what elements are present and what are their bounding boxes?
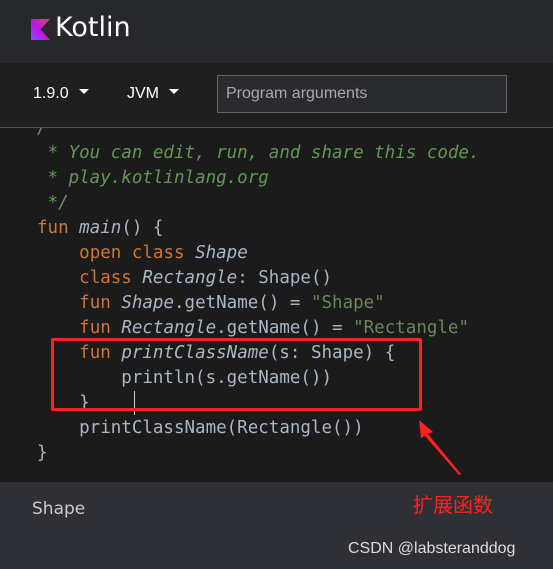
version-dropdown[interactable]: 1.9.0 [33,85,89,103]
code-token: * play.kotlinlang.org [37,168,269,188]
code-token: fun [79,293,122,313]
code-line[interactable]: printClassName(Rectangle()) [37,416,364,441]
target-dropdown[interactable]: JVM [127,85,179,103]
output-text: Shape [32,499,86,519]
kotlin-logo-icon [31,19,50,40]
target-value: JVM [127,85,159,102]
code-token: fun [37,218,80,238]
code-token: .getName() = [174,293,311,313]
code-line[interactable]: } [37,441,48,466]
code-line[interactable]: open class Shape [37,241,248,266]
code-token: .getName() = [216,318,354,338]
code-line[interactable]: * play.kotlinlang.org [37,166,269,191]
code-line[interactable]: fun Shape.getName() = "Shape" [37,291,385,316]
code-token: "Shape" [310,293,385,313]
code-token: */ [37,193,69,213]
code-token: main [79,218,122,238]
code-line[interactable]: fun main() { [37,216,163,241]
annotation-label: 扩展函数 [413,495,493,517]
code-token: Shape [121,293,174,313]
code-token: () { [121,218,164,238]
code-token: "Rectangle" [353,318,470,338]
header: Kotlin [0,0,553,63]
code-token: Rectangle [121,318,217,338]
caret-down-icon [169,89,179,95]
caret-down-icon [78,89,89,95]
annotation-arrow-icon [419,420,461,475]
code-token: * You can edit, run, and share this code… [37,143,480,163]
brand-name[interactable]: Kotlin [55,12,131,43]
code-token: /** [37,128,69,138]
code-token: printClassName(Rectangle()) [37,418,364,438]
code-editor[interactable]: /** * You can edit, run, and share this … [0,128,553,482]
code-line[interactable]: class Rectangle: Shape() [37,266,332,291]
toolbar: 1.9.0 JVM [0,63,553,128]
code-token: class [79,268,143,288]
watermark: CSDN @labsteranddog [348,540,516,557]
code-token: : Shape() [237,268,333,288]
program-arguments-input[interactable] [217,75,507,113]
code-token: } [37,443,48,463]
code-line[interactable]: /** [37,128,69,141]
code-token: fun [79,318,122,338]
code-line[interactable]: */ [37,191,69,216]
code-line[interactable]: * You can edit, run, and share this code… [37,141,480,166]
version-value: 1.9.0 [33,85,69,102]
annotation-highlight-box [51,338,422,411]
code-token: Shape [195,243,248,263]
code-token: open class [79,243,196,263]
code-token: Rectangle [142,268,238,288]
